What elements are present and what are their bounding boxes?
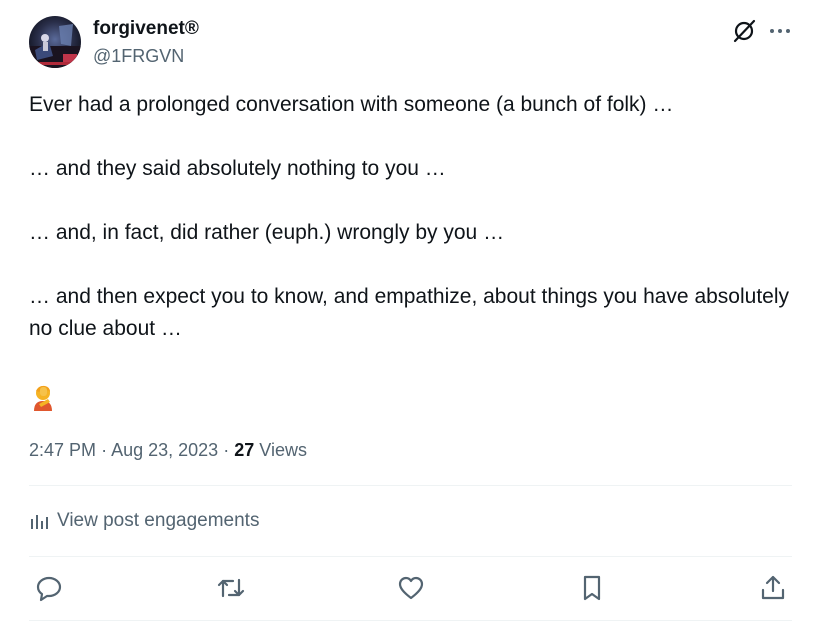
view-engagements-link[interactable]: View post engagements	[29, 508, 259, 534]
divider	[29, 485, 792, 486]
divider	[29, 620, 792, 621]
post-text: Ever had a prolonged conversation with s…	[29, 89, 789, 345]
bookmark-icon[interactable]	[577, 573, 607, 603]
user-handle[interactable]: @1FRGVN	[93, 45, 184, 67]
post-time[interactable]: 2:47 PM	[29, 440, 96, 460]
woman-facepalming-emoji	[31, 384, 57, 412]
meta-separator: ·	[223, 440, 230, 460]
post-metadata: 2:47 PM · Aug 23, 2023 · 27 Views	[29, 438, 307, 462]
views-count: 27	[234, 440, 255, 460]
post-date[interactable]: Aug 23, 2023	[111, 440, 218, 460]
meta-separator: ·	[101, 440, 108, 460]
reply-icon[interactable]	[34, 573, 64, 603]
like-icon[interactable]	[396, 573, 426, 603]
views-label: Views	[259, 440, 307, 460]
divider	[29, 556, 792, 557]
view-engagements-label: View post engagements	[57, 510, 260, 531]
share-icon[interactable]	[758, 573, 788, 603]
post-paragraph: … and then expect you to know, and empat…	[29, 285, 790, 340]
grok-icon[interactable]	[731, 18, 757, 44]
analytics-icon	[31, 515, 48, 529]
display-name[interactable]: forgivenet®	[93, 17, 199, 41]
repost-icon[interactable]	[216, 573, 246, 603]
post-paragraph: … and, in fact, did rather (euph.) wrong…	[29, 221, 505, 244]
post-paragraph: … and they said absolutely nothing to yo…	[29, 157, 446, 180]
post-card: forgivenet® @1FRGVN Ever had a prolonged…	[0, 0, 825, 634]
avatar[interactable]	[29, 16, 81, 68]
post-paragraph: Ever had a prolonged conversation with s…	[29, 93, 674, 116]
more-icon[interactable]	[767, 18, 793, 44]
